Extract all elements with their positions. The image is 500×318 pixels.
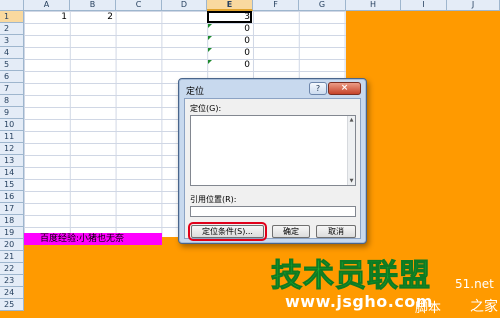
error-indicator-icon — [208, 24, 212, 28]
row-header-25[interactable]: 25 — [0, 299, 24, 311]
close-button[interactable]: × — [328, 82, 361, 95]
row-header-13[interactable]: 13 — [0, 155, 24, 167]
ok-button[interactable]: 确定 — [272, 225, 310, 238]
cell-b1[interactable]: 2 — [70, 11, 116, 23]
cell-e3[interactable]: 0 — [207, 35, 253, 47]
cell-e4[interactable]: 0 — [207, 47, 253, 59]
row-header-2[interactable]: 2 — [0, 23, 24, 35]
watermark-site-name: 技术员联盟 — [271, 258, 431, 295]
row-header-20[interactable]: 20 — [0, 239, 24, 251]
error-indicator-icon — [208, 48, 212, 52]
row-header-23[interactable]: 23 — [0, 275, 24, 287]
row-header-11[interactable]: 11 — [0, 131, 24, 143]
scroll-down-icon[interactable]: ▼ — [348, 177, 355, 185]
row-header-22[interactable]: 22 — [0, 263, 24, 275]
row-header-21[interactable]: 21 — [0, 251, 24, 263]
cell-e2[interactable]: 0 — [207, 23, 253, 35]
row-header-12[interactable]: 12 — [0, 143, 24, 155]
goto-listbox[interactable]: ▲ ▼ — [190, 115, 356, 186]
listbox-scrollbar[interactable]: ▲ ▼ — [347, 116, 355, 185]
row-header-19[interactable]: 19 — [0, 227, 24, 239]
column-header-a[interactable]: A — [24, 0, 70, 11]
reference-label: 引用位置(R): — [190, 195, 237, 204]
highlighted-cell-a20[interactable]: 百度经验:小猪也无奈 — [24, 233, 162, 245]
column-header-e[interactable]: E — [207, 0, 253, 11]
column-header-b[interactable]: B — [70, 0, 116, 11]
cell-a1[interactable]: 1 — [24, 11, 70, 23]
column-header-g[interactable]: G — [299, 0, 346, 11]
watermark-right-text: 之家 — [470, 299, 498, 315]
row-header-17[interactable]: 17 — [0, 203, 24, 215]
row-header-1[interactable]: 1 — [0, 11, 24, 23]
row-header-6[interactable]: 6 — [0, 71, 24, 83]
dialog-title: 定位 — [186, 87, 205, 97]
select-all-corner[interactable] — [0, 0, 24, 11]
row-header-8[interactable]: 8 — [0, 95, 24, 107]
error-indicator-icon — [208, 36, 212, 40]
row-header-14[interactable]: 14 — [0, 167, 24, 179]
column-header-d[interactable]: D — [162, 0, 207, 11]
row-header-18[interactable]: 18 — [0, 215, 24, 227]
cell-e5[interactable]: 0 — [207, 59, 253, 71]
goto-dialog: 定位 ? × 定位(G): ▲ ▼ 引用位置(R): 定位条件(S)... 确定… — [178, 78, 367, 244]
column-header-j[interactable]: J — [447, 0, 500, 11]
row-header-9[interactable]: 9 — [0, 107, 24, 119]
column-header-h[interactable]: H — [346, 0, 401, 11]
watermark-url: www.jsgho.com — [285, 292, 433, 311]
column-header-c[interactable]: C — [116, 0, 162, 11]
dialog-body: 定位(G): ▲ ▼ 引用位置(R): 定位条件(S)... 确定 取消 — [184, 98, 361, 241]
watermark-mid-text: 脚本 — [415, 301, 442, 316]
row-header-24[interactable]: 24 — [0, 287, 24, 299]
row-header-16[interactable]: 16 — [0, 191, 24, 203]
row-header-5[interactable]: 5 — [0, 59, 24, 71]
special-button[interactable]: 定位条件(S)... — [188, 222, 267, 241]
row-header-10[interactable]: 10 — [0, 119, 24, 131]
goto-label: 定位(G): — [190, 104, 222, 113]
active-cell-cursor — [207, 11, 252, 23]
error-indicator-icon — [208, 60, 212, 64]
row-header-7[interactable]: 7 — [0, 83, 24, 95]
row-header-15[interactable]: 15 — [0, 179, 24, 191]
row-header-3[interactable]: 3 — [0, 35, 24, 47]
row-header-4[interactable]: 4 — [0, 47, 24, 59]
help-button[interactable]: ? — [309, 82, 327, 95]
column-header-i[interactable]: I — [401, 0, 447, 11]
reference-input[interactable] — [190, 206, 356, 217]
cancel-button[interactable]: 取消 — [316, 225, 356, 238]
column-header-f[interactable]: F — [253, 0, 299, 11]
scroll-up-icon[interactable]: ▲ — [348, 116, 355, 124]
watermark-right-url: 51.net — [455, 277, 494, 291]
